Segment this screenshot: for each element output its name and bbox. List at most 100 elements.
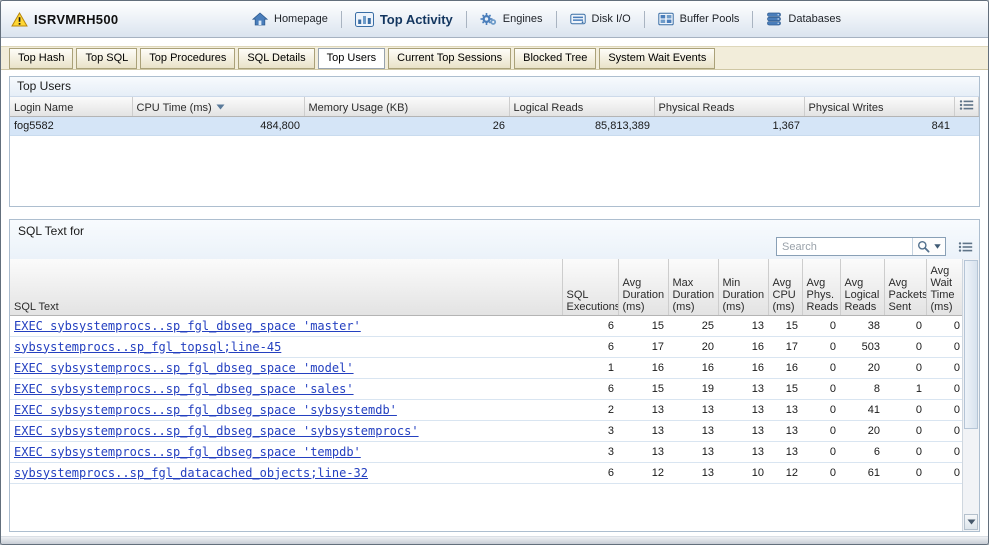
column-header-sql-executions[interactable]: SQL Executions bbox=[562, 259, 618, 315]
sql-text-row[interactable]: EXEC sybsystemprocs..sp_fgl_dbseg_space … bbox=[10, 399, 962, 420]
column-header-physical-writes[interactable]: Physical Writes bbox=[804, 97, 954, 117]
column-header-label: Physical Writes bbox=[809, 102, 884, 114]
nav-item-top-activity[interactable]: Top Activity bbox=[342, 8, 466, 31]
tab-top-procedures[interactable]: Top Procedures bbox=[140, 48, 235, 69]
column-header-sql-text[interactable]: SQL Text bbox=[10, 259, 562, 315]
metric-cell: 13 bbox=[618, 441, 668, 462]
sql-text-link[interactable]: EXEC sybsystemprocs..sp_fgl_dbseg_space … bbox=[14, 361, 354, 375]
metric-cell: 13 bbox=[668, 462, 718, 483]
column-header-memory-usage-kb[interactable]: Memory Usage (KB) bbox=[304, 97, 509, 117]
search-input[interactable] bbox=[777, 238, 912, 255]
metric-cell: 0 bbox=[884, 315, 926, 336]
scroll-down-button[interactable] bbox=[964, 514, 978, 530]
metric-cell: 13 bbox=[618, 420, 668, 441]
nav-item-disk-i-o[interactable]: Disk I/O bbox=[557, 8, 644, 30]
tab-sql-details[interactable]: SQL Details bbox=[238, 48, 314, 69]
column-header-label: Avg Packets Sent bbox=[889, 277, 927, 313]
column-header-cpu-time-ms[interactable]: CPU Time (ms) bbox=[132, 97, 304, 117]
tab-blocked-tree[interactable]: Blocked Tree bbox=[514, 48, 596, 69]
sql-grid-options-button[interactable] bbox=[958, 241, 973, 253]
sql-text-row[interactable]: sybsystemprocs..sp_fgl_topsql;line-45617… bbox=[10, 336, 962, 357]
sql-text-row[interactable]: EXEC sybsystemprocs..sp_fgl_dbseg_space … bbox=[10, 357, 962, 378]
top-users-row[interactable]: fog5582484,8002685,813,3891,367841 bbox=[10, 117, 979, 136]
column-header-avg-duration-ms[interactable]: Avg Duration (ms) bbox=[618, 259, 668, 315]
metric-cell: 16 bbox=[718, 357, 768, 378]
column-header-avg-wait-time-ms[interactable]: Avg Wait Time (ms) bbox=[926, 259, 962, 315]
warning-icon bbox=[11, 12, 28, 27]
metric-cell: 13 bbox=[718, 420, 768, 441]
column-header-logical-reads[interactable]: Logical Reads bbox=[509, 97, 654, 117]
sql-panel-tools bbox=[776, 237, 973, 256]
top-users-panel: Top Users Login NameCPU Time (ms)Memory … bbox=[9, 76, 980, 207]
metric-cell: 20 bbox=[668, 336, 718, 357]
metric-cell: 8 bbox=[840, 378, 884, 399]
nav-item-databases[interactable]: Databases bbox=[753, 8, 854, 30]
column-header-label: Memory Usage (KB) bbox=[309, 102, 409, 114]
nav-item-label: Homepage bbox=[274, 13, 328, 25]
sql-text-row[interactable]: EXEC sybsystemprocs..sp_fgl_dbseg_space … bbox=[10, 315, 962, 336]
tab-top-sql[interactable]: Top SQL bbox=[76, 48, 137, 69]
sql-text-link[interactable]: EXEC sybsystemprocs..sp_fgl_dbseg_space … bbox=[14, 403, 397, 417]
sql-text-link[interactable]: EXEC sybsystemprocs..sp_fgl_dbseg_space … bbox=[14, 424, 419, 438]
server-indicator: ISRVMRH500 bbox=[11, 12, 239, 27]
sql-text-row[interactable]: EXEC sybsystemprocs..sp_fgl_dbseg_space … bbox=[10, 420, 962, 441]
sql-text-link[interactable]: EXEC sybsystemprocs..sp_fgl_dbseg_space … bbox=[14, 382, 354, 396]
top-users-header-row: Login Name CPU Time (ms) Memory Usage (KB)… bbox=[10, 97, 979, 117]
nav-item-buffer-pools[interactable]: Buffer Pools bbox=[645, 8, 753, 30]
column-header-label: Max Duration (ms) bbox=[673, 277, 715, 313]
metric-cell: 19 bbox=[668, 378, 718, 399]
column-header-label: Avg Logical Reads bbox=[845, 277, 880, 313]
sql-text-link[interactable]: EXEC sybsystemprocs..sp_fgl_dbseg_space … bbox=[14, 319, 361, 333]
search-button[interactable] bbox=[912, 238, 945, 255]
nav-item-label: Disk I/O bbox=[592, 13, 631, 25]
column-header-label: CPU Time (ms) bbox=[137, 102, 212, 114]
sql-text-cell: EXEC sybsystemprocs..sp_fgl_dbseg_space … bbox=[10, 378, 562, 399]
sql-text-row[interactable]: EXEC sybsystemprocs..sp_fgl_dbseg_space … bbox=[10, 441, 962, 462]
tab-top-users[interactable]: Top Users bbox=[318, 48, 386, 69]
top-users-body: fog5582484,8002685,813,3891,367841 bbox=[10, 117, 979, 136]
bar-chart-icon bbox=[355, 12, 374, 27]
sql-text-link[interactable]: sybsystemprocs..sp_fgl_datacached_object… bbox=[14, 466, 368, 480]
vertical-scrollbar[interactable] bbox=[962, 259, 979, 531]
grid-menu-icon[interactable] bbox=[959, 99, 974, 111]
metric-cell: 1,367 bbox=[654, 117, 804, 136]
metric-cell: 0 bbox=[926, 336, 962, 357]
column-header-min-duration-ms[interactable]: Min Duration (ms) bbox=[718, 259, 768, 315]
metric-cell: 12 bbox=[768, 462, 802, 483]
sql-table-wrap: SQL TextSQL ExecutionsAvg Duration (ms)M… bbox=[10, 259, 962, 531]
sql-text-row[interactable]: sybsystemprocs..sp_fgl_datacached_object… bbox=[10, 462, 962, 483]
sql-text-row[interactable]: EXEC sybsystemprocs..sp_fgl_dbseg_space … bbox=[10, 378, 962, 399]
sql-text-cell: EXEC sybsystemprocs..sp_fgl_dbseg_space … bbox=[10, 357, 562, 378]
sql-text-link[interactable]: sybsystemprocs..sp_fgl_topsql;line-45 bbox=[14, 340, 281, 354]
top-users-table: Login Name CPU Time (ms) Memory Usage (KB)… bbox=[10, 97, 979, 136]
search-icon bbox=[917, 240, 930, 253]
metric-cell: 6 bbox=[840, 441, 884, 462]
metric-cell: 13 bbox=[718, 399, 768, 420]
sql-text-link[interactable]: EXEC sybsystemprocs..sp_fgl_dbseg_space … bbox=[14, 445, 361, 459]
sql-text-panel: SQL Text for bbox=[9, 219, 980, 532]
column-header-avg-phys-reads[interactable]: Avg Phys. Reads bbox=[802, 259, 840, 315]
metric-cell: 13 bbox=[668, 399, 718, 420]
metric-cell: 3 bbox=[562, 441, 618, 462]
spacer-top bbox=[1, 38, 988, 46]
scrollbar-thumb[interactable] bbox=[964, 260, 978, 429]
nav-item-label: Top Activity bbox=[380, 12, 453, 27]
column-header-login-name[interactable]: Login Name bbox=[10, 97, 132, 117]
column-header-avg-logical-reads[interactable]: Avg Logical Reads bbox=[840, 259, 884, 315]
tab-top-hash[interactable]: Top Hash bbox=[9, 48, 73, 69]
tab-system-wait-events[interactable]: System Wait Events bbox=[599, 48, 715, 69]
tab-current-top-sessions[interactable]: Current Top Sessions bbox=[388, 48, 511, 69]
column-header-avg-packets-sent[interactable]: Avg Packets Sent bbox=[884, 259, 926, 315]
column-header-avg-cpu-ms[interactable]: Avg CPU (ms) bbox=[768, 259, 802, 315]
column-header-label: Avg Phys. Reads bbox=[807, 277, 839, 313]
nav-item-homepage[interactable]: Homepage bbox=[239, 8, 341, 30]
column-header-max-duration-ms[interactable]: Max Duration (ms) bbox=[668, 259, 718, 315]
nav-item-engines[interactable]: Engines bbox=[467, 8, 556, 30]
metric-cell: 13 bbox=[668, 420, 718, 441]
column-header-physical-reads[interactable]: Physical Reads bbox=[654, 97, 804, 117]
search-dropdown-icon bbox=[934, 244, 941, 249]
row-filler-cell bbox=[954, 117, 979, 136]
sql-text-table: SQL TextSQL ExecutionsAvg Duration (ms)M… bbox=[10, 259, 962, 484]
metric-cell: 2 bbox=[562, 399, 618, 420]
metric-cell: 3 bbox=[562, 420, 618, 441]
